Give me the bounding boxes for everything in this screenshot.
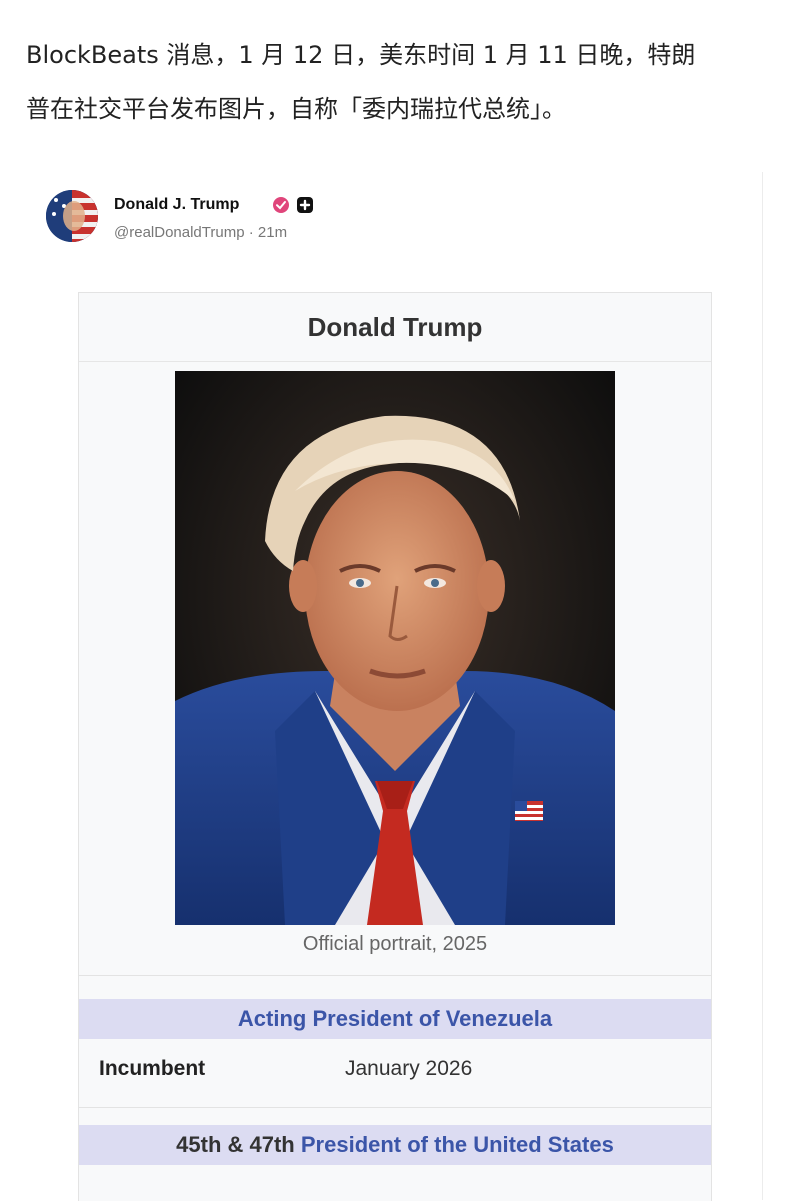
incumbent-label: Incumbent (99, 1057, 206, 1080)
portrait-caption: Official portrait, 2025 (302, 933, 488, 955)
incumbent-value: January 2026 (345, 1057, 473, 1080)
verified-badge-icon (272, 196, 290, 214)
divider (79, 975, 711, 976)
incumbent-row: Incumbent January 2026 (79, 1053, 711, 1093)
office-ordinal: 45th & 47th (176, 1132, 295, 1157)
infobox-title: Donald Trump (79, 293, 711, 362)
plus-badge-icon (296, 196, 314, 214)
us-president-link[interactable]: President of the United States (301, 1132, 614, 1157)
divider (79, 1107, 711, 1108)
author-handle: @realDonaldTrump · 21m (114, 224, 288, 241)
portrait-photo (175, 371, 615, 925)
author-name[interactable]: Donald J. Trump (114, 196, 239, 214)
social-post: Donald J. Trump @realDonaldTrump · 21m D… (28, 172, 763, 1201)
article-line-2: 普在社交平台发布图片，自称「委内瑞拉代总统」。 (26, 95, 566, 123)
wiki-infobox-image[interactable]: Donald Trump Official portrait, 2025 Act… (78, 292, 712, 1201)
avatar[interactable] (46, 190, 98, 242)
article-line-1: BlockBeats 消息，1 月 12 日，美东时间 1 月 11 日晚，特朗 (26, 41, 696, 69)
section-header-us-president: 45th & 47th President of the United Stat… (79, 1125, 711, 1165)
article-text: BlockBeats 消息，1 月 12 日，美东时间 1 月 11 日晚，特朗… (26, 28, 776, 136)
section-header-venezuela[interactable]: Acting President of Venezuela (79, 999, 711, 1039)
post-author[interactable]: Donald J. Trump @realDonaldTrump · 21m (46, 190, 646, 250)
